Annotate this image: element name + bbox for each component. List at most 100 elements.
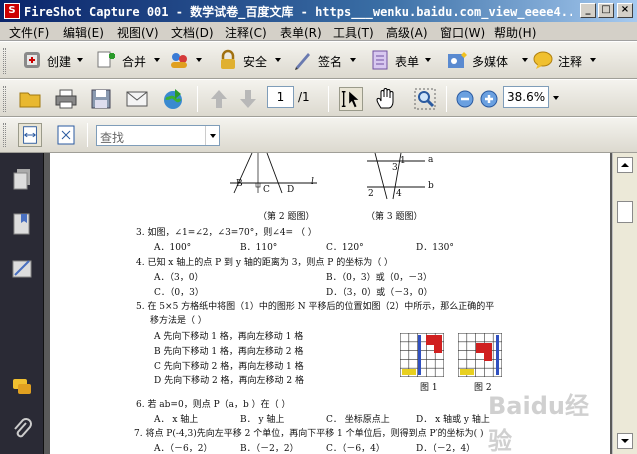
page-number-input[interactable]: 1 <box>267 86 294 108</box>
globe-arrow-icon[interactable] <box>161 87 185 111</box>
diagram-label: D <box>287 185 295 195</box>
answer-option: A． x 轴上 <box>154 415 199 425</box>
zoom-out-icon[interactable] <box>453 87 477 111</box>
bookmarks-icon[interactable] <box>11 212 33 236</box>
answer-option: C．（－6，4） <box>326 444 385 454</box>
app-icon: S <box>4 3 20 19</box>
secure-button[interactable]: 安全 <box>217 45 281 75</box>
answer-option: C． 坐标原点上 <box>326 415 390 425</box>
combine-icon <box>97 51 115 68</box>
arrow-up-icon[interactable] <box>207 87 231 111</box>
hand-icon[interactable] <box>374 87 398 111</box>
answer-option: C 先向下移动 2 格，再向左移动 1 格 <box>154 362 304 372</box>
signatures-icon[interactable] <box>11 257 33 281</box>
answer-option: A．100° <box>154 243 192 253</box>
multimedia-icon <box>448 52 467 68</box>
answer-option: D．（－2，4） <box>416 444 476 454</box>
chevron-down-icon <box>154 58 160 62</box>
sign-label: 签名 <box>318 55 343 69</box>
chevron-down-icon <box>275 58 281 62</box>
chevron-up-icon <box>621 163 629 167</box>
fit-page-icon[interactable] <box>54 123 78 147</box>
menu-advanced[interactable]: 高级(A) <box>386 24 428 41</box>
question-3: 3. 如图，∠1=∠2，∠3=70°，则∠4= （ ） <box>136 228 317 238</box>
menu-file[interactable]: 文件(F) <box>9 24 49 41</box>
diagram-label: l <box>311 177 314 187</box>
answer-option: A．（3，0） <box>154 273 204 283</box>
vertical-scrollbar[interactable] <box>612 153 637 454</box>
menu-edit[interactable]: 编辑(E) <box>63 24 104 41</box>
magnifier-icon[interactable] <box>413 87 437 111</box>
question-4: 4. 已知 x 轴上的点 P 到 y 轴的距离为 3，则点 P 的坐标为（ ） <box>136 258 394 268</box>
scroll-down-button[interactable] <box>617 433 633 449</box>
folder-icon[interactable] <box>18 87 42 111</box>
answer-option: D．130° <box>416 243 454 253</box>
envelope-icon[interactable] <box>125 87 149 111</box>
menu-help[interactable]: 帮助(H) <box>494 24 536 41</box>
minimize-button[interactable]: _ <box>580 3 596 18</box>
chevron-down-icon <box>196 58 202 62</box>
diagram-label: 1 <box>400 156 406 166</box>
window-title: FireShot Capture 001 - 数学试卷_百度文库 - https… <box>24 5 572 19</box>
diagram-label: 4 <box>396 189 402 199</box>
diagram-label: 2 <box>368 189 374 199</box>
floppy-icon[interactable] <box>89 87 113 111</box>
chevron-down-icon[interactable] <box>553 96 559 100</box>
answer-option: A 先向下移动 1 格，再向左移动 1 格 <box>154 332 304 342</box>
pages-icon[interactable] <box>11 167 33 191</box>
sign-button[interactable]: 签名 <box>292 45 356 75</box>
find-input[interactable]: 查找 <box>96 125 220 146</box>
create-pdf-icon <box>24 52 40 68</box>
title-bar[interactable]: S FireShot Capture 001 - 数学试卷_百度文库 - htt… <box>0 0 637 22</box>
zoom-in-icon[interactable] <box>477 87 501 111</box>
toolbar-separator <box>87 123 88 147</box>
close-button[interactable]: × <box>617 3 633 18</box>
menu-forms[interactable]: 表单(R) <box>280 24 322 41</box>
select-cursor-icon[interactable] <box>339 87 363 111</box>
grid-figure-1 <box>400 333 444 377</box>
toolbar-grip[interactable] <box>3 86 6 112</box>
scroll-up-button[interactable] <box>617 157 633 173</box>
forms-label: 表单 <box>395 55 420 69</box>
combine-button[interactable]: 合并 <box>96 45 160 75</box>
comments-panel-icon[interactable] <box>11 375 33 399</box>
navigation-pane <box>0 153 44 454</box>
menu-view[interactable]: 视图(V) <box>117 24 159 41</box>
question-6: 6. 若 ab=0，则点 P（a，b ）在（ ） <box>136 400 291 410</box>
zoom-level-input[interactable]: 38.6% <box>503 86 549 108</box>
menu-window[interactable]: 窗口(W) <box>440 24 485 41</box>
collaborate-button[interactable] <box>168 45 208 75</box>
secure-label: 安全 <box>243 55 268 69</box>
toolbar-grip[interactable] <box>3 48 6 74</box>
people-icon <box>171 53 187 68</box>
toolbar-separator <box>328 86 329 112</box>
menu-document[interactable]: 文档(D) <box>171 24 214 41</box>
answer-option: D． x 轴或 y 轴上 <box>416 415 490 425</box>
menu-comments[interactable]: 注释(C) <box>225 24 267 41</box>
grid-figure-1-label: 图 1 <box>420 383 438 393</box>
fit-width-icon[interactable] <box>18 123 42 147</box>
answer-option: B．110° <box>240 243 278 253</box>
diagram-label: C <box>263 185 270 195</box>
comment-button[interactable]: 注释 <box>532 45 600 75</box>
find-placeholder: 查找 <box>100 131 125 145</box>
forms-button[interactable]: 表单 <box>369 45 433 75</box>
figure-2-caption: （第 2 题图） <box>258 212 315 222</box>
printer-icon[interactable] <box>54 87 78 111</box>
toolbar-grip[interactable] <box>3 123 6 147</box>
chevron-down-icon <box>621 439 629 443</box>
maximize-button[interactable]: □ <box>598 3 614 18</box>
multimedia-button[interactable]: 多媒体 <box>446 45 528 75</box>
comment-label: 注释 <box>558 55 583 69</box>
app-window: S FireShot Capture 001 - 数学试卷_百度文库 - htt… <box>0 0 637 454</box>
paperclip-icon[interactable] <box>11 417 33 441</box>
find-dropdown-button[interactable] <box>205 126 219 145</box>
scrollbar-thumb[interactable] <box>617 201 633 223</box>
arrow-down-icon[interactable] <box>236 87 260 111</box>
menu-tools[interactable]: 工具(T) <box>333 24 374 41</box>
figure-3-caption: （第 3 题图） <box>366 212 423 222</box>
chevron-down-icon <box>590 58 596 62</box>
answer-option: D．（3，0）或（－3，0） <box>326 288 433 298</box>
create-button[interactable]: 创建 <box>21 45 85 75</box>
tasks-toolbar: 创建 合并 安全 签名 表单 多媒体 注释 <box>0 41 637 79</box>
